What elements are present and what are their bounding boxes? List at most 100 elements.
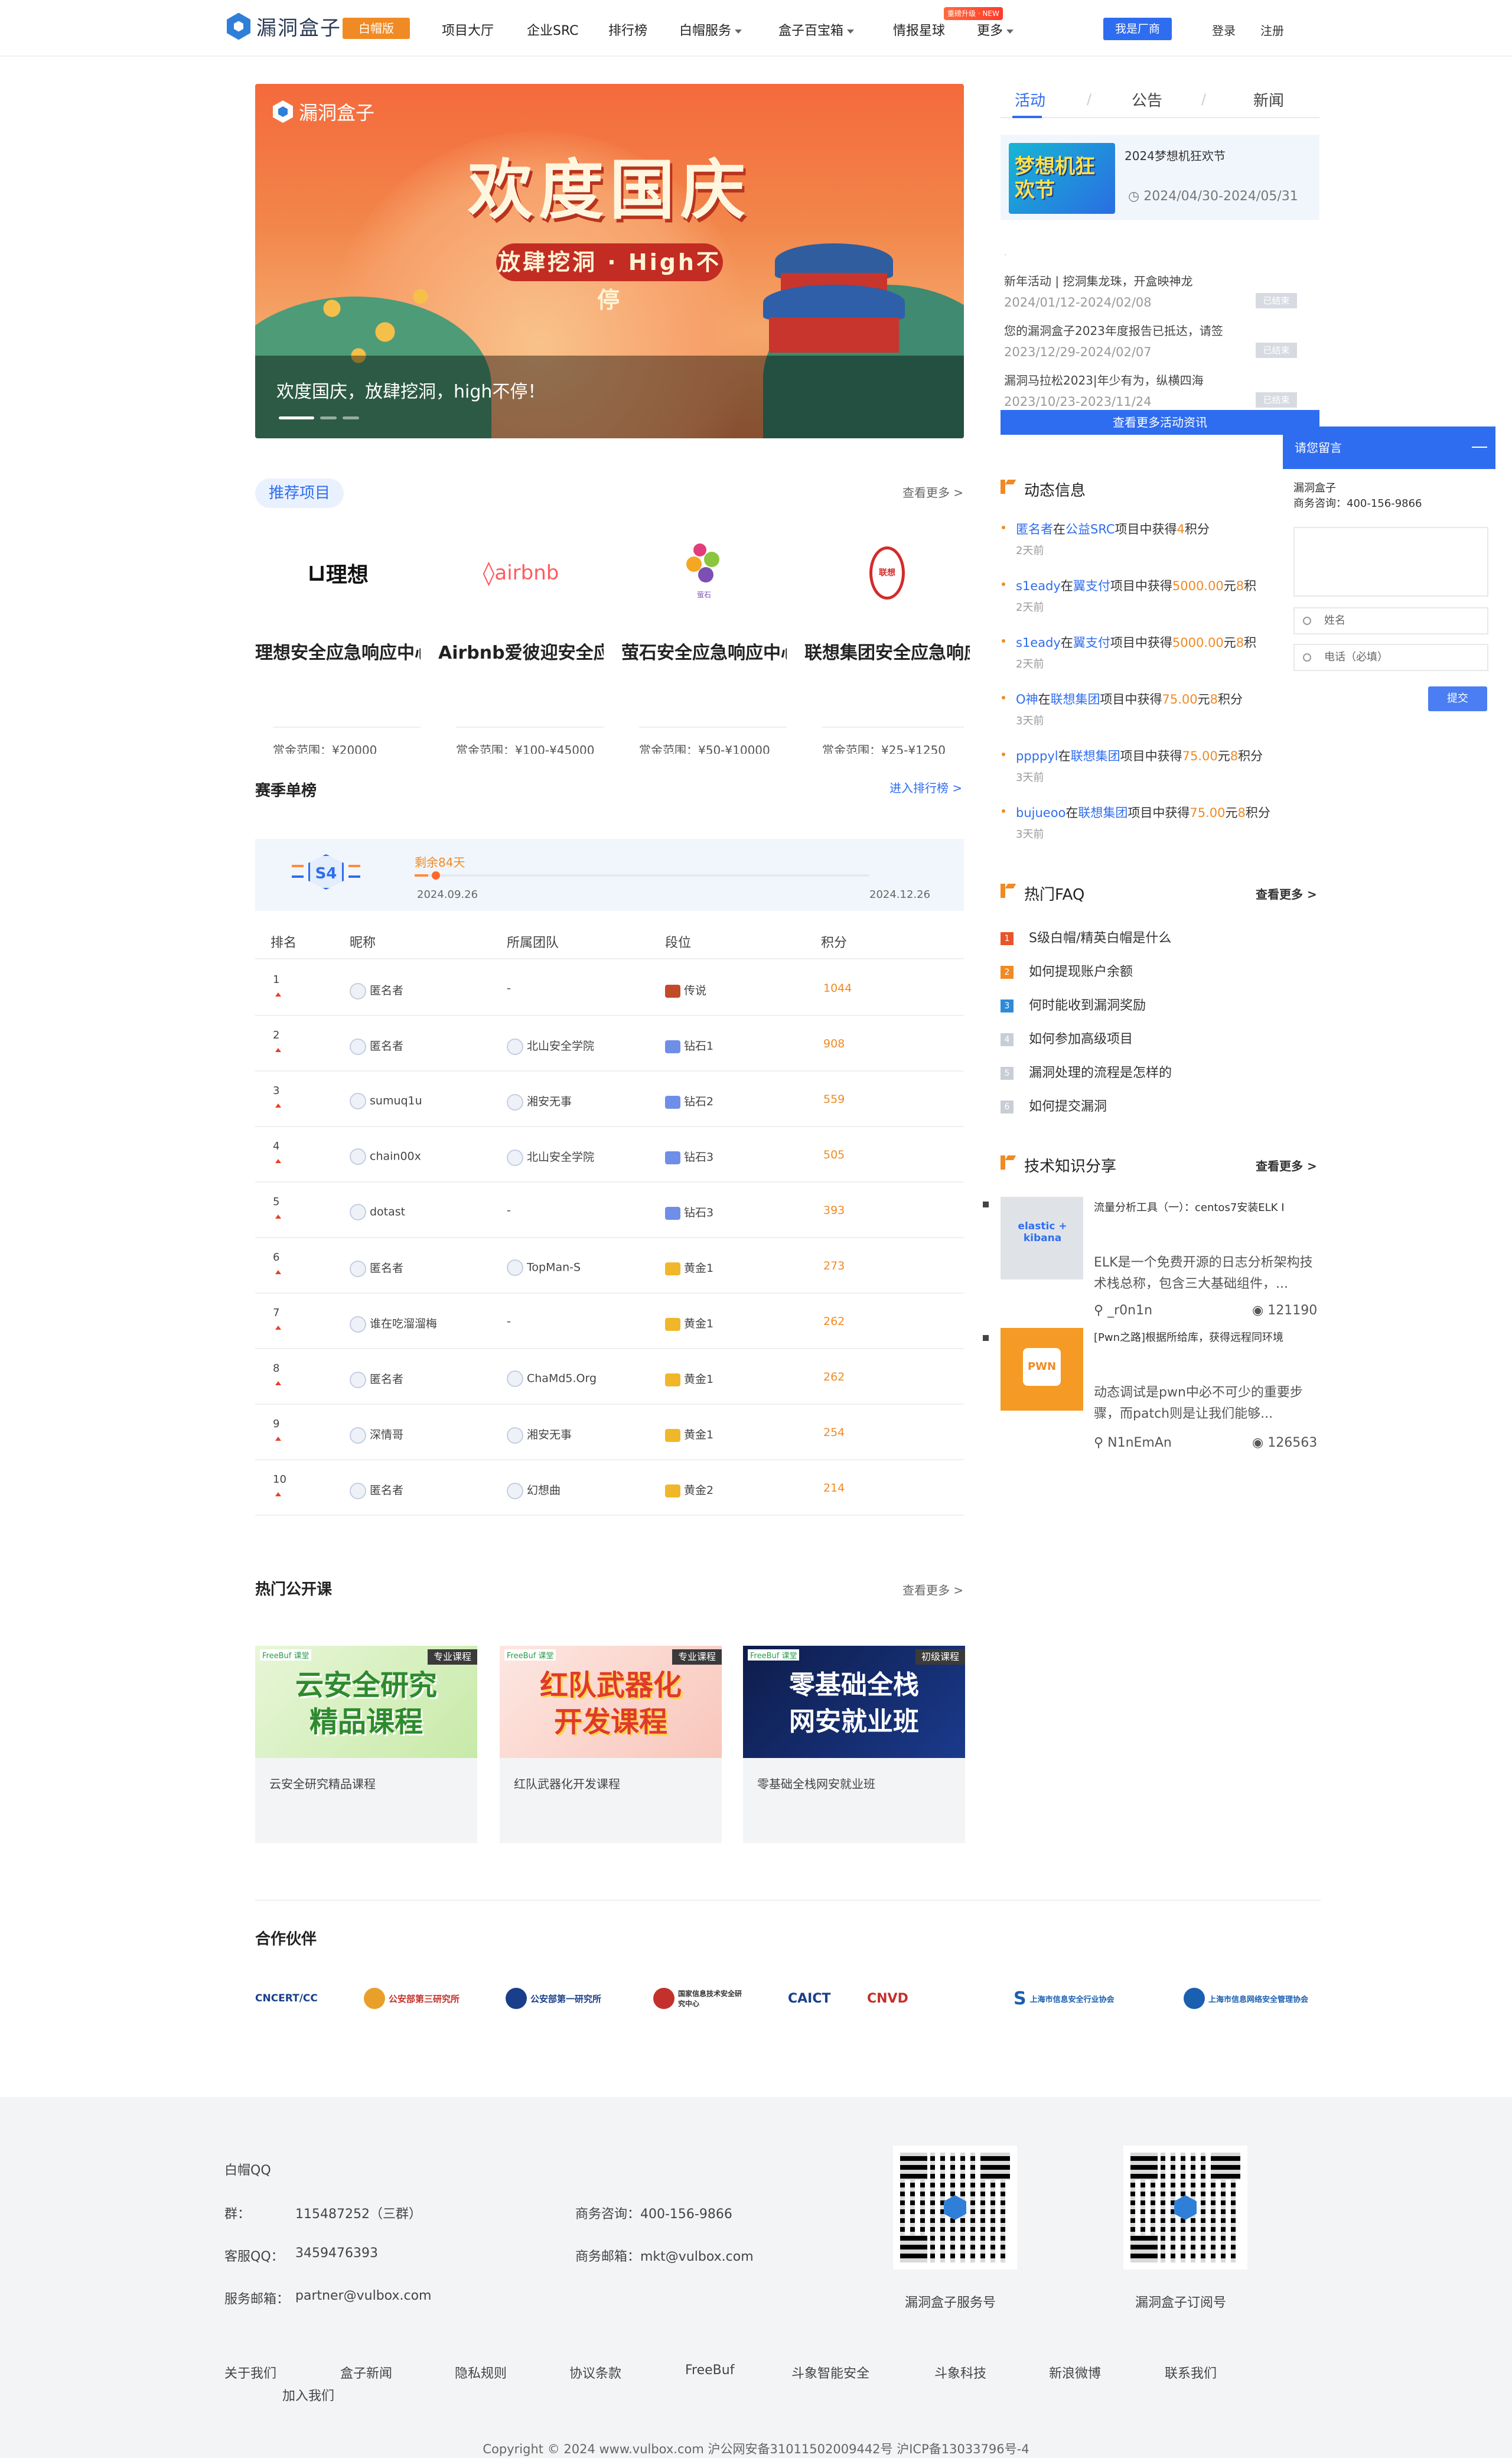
nav-leaderboard[interactable]: 排行榜 xyxy=(608,20,647,39)
tech-article-title[interactable]: [Pwn之路]根据所给库，获得远程同环境 xyxy=(1094,1329,1318,1344)
table-row[interactable]: 1 匿名者 - 传说 1044 xyxy=(255,961,964,1016)
site-logo[interactable]: 漏洞盒子 xyxy=(227,12,341,41)
partner-sina[interactable]: 上海市信息网络安全管理协会 xyxy=(1184,1985,1308,2012)
edition-badge[interactable]: 白帽版 xyxy=(343,18,410,39)
user-cell[interactable]: dotast xyxy=(350,1204,405,1220)
project-card[interactable]: 萤石 萤石安全应急响应中心 xyxy=(621,526,787,727)
project-card[interactable]: ⊔ 理想 理想安全应急响应中心 xyxy=(255,526,421,727)
enter-leaderboard-link[interactable]: 进入排行榜 > xyxy=(889,779,962,796)
dynamic-item[interactable]: O神在联想集团项目中获得75.00元8积分 xyxy=(1016,690,1243,708)
nav-intel-planet[interactable]: 情报星球 xyxy=(893,20,945,39)
nav-project-hall[interactable]: 项目大厅 xyxy=(442,20,494,39)
course-card[interactable]: FreeBuf 课堂 初级课程 零基础全栈 网安就业班 零基础全栈网安就业班 xyxy=(743,1646,965,1843)
login-link[interactable]: 登录 xyxy=(1212,21,1236,38)
footer-link-terms[interactable]: 协议条款 xyxy=(569,2363,621,2382)
footer-link-douxiang[interactable]: 斗象科技 xyxy=(934,2363,986,2382)
dyn-user[interactable]: bujueoo xyxy=(1016,806,1065,820)
register-link[interactable]: 注册 xyxy=(1260,21,1284,38)
nav-enterprise-src[interactable]: 企业SRC xyxy=(527,20,579,39)
featured-activity[interactable]: 梦想机狂欢节 2024梦想机狂欢节 ◷ 2024/04/30-2024/05/3… xyxy=(1001,135,1319,220)
table-row[interactable]: 6 匿名者 TopMan-S 黄金1 273 xyxy=(255,1238,964,1294)
project-card[interactable]: ◊ airbnb Airbnb爱彼迎安全应急响应中心 xyxy=(438,526,604,727)
tab-activity[interactable]: 活动 xyxy=(1015,89,1045,110)
dynamic-item[interactable]: s1eady在翼支付项目中获得5000.00元8积 xyxy=(1016,633,1256,651)
recommended-more-link[interactable]: 查看更多 > xyxy=(902,483,963,500)
tech-article-image[interactable]: PWN xyxy=(1001,1328,1083,1411)
partner-nitsc[interactable]: 国家信息技术安全研究中心 xyxy=(653,1985,743,2012)
footer-email-value[interactable]: partner@vulbox.com xyxy=(295,2288,431,2303)
user-cell[interactable]: 匿名者 xyxy=(350,1482,403,1499)
user-cell[interactable]: chain00x xyxy=(350,1148,421,1165)
tab-news[interactable]: 新闻 xyxy=(1253,89,1284,110)
table-row[interactable]: 8 匿名者 ChaMd5.Org 黄金1 262 xyxy=(255,1349,964,1405)
partner-sisa[interactable]: S 上海市信息安全行业协会 xyxy=(1014,1985,1115,2012)
partner-caict[interactable]: CAICT xyxy=(788,1985,831,2012)
user-cell[interactable]: sumuq1u xyxy=(350,1093,422,1109)
faq-item[interactable]: 3 何时能收到漏洞奖励 xyxy=(1001,995,1146,1014)
partner-mps3[interactable]: 公安部第三研究所 xyxy=(364,1985,460,2012)
table-row[interactable]: 2 匿名者 北山安全学院 钻石1 908 xyxy=(255,1016,964,1072)
dynamic-item[interactable]: s1eady在翼支付项目中获得5000.00元8积 xyxy=(1016,577,1256,594)
footer-biz-email[interactable]: 商务邮箱：mkt@vulbox.com xyxy=(575,2246,754,2265)
faq-item[interactable]: 4 如何参加高级项目 xyxy=(1001,1028,1133,1047)
message-textarea[interactable] xyxy=(1293,527,1488,597)
carousel-dot[interactable] xyxy=(343,416,359,419)
footer-link-news[interactable]: 盒子新闻 xyxy=(340,2363,392,2382)
submit-button[interactable]: 提交 xyxy=(1428,686,1487,711)
dyn-user[interactable]: s1eady xyxy=(1016,579,1061,593)
footer-link-privacy[interactable]: 隐私规则 xyxy=(455,2363,507,2382)
dyn-user[interactable]: ppppyl xyxy=(1016,749,1058,763)
partner-cncert[interactable]: CNCERT/CC xyxy=(255,1985,318,2012)
partner-mps1[interactable]: 公安部第一研究所 xyxy=(506,1985,601,2012)
table-row[interactable]: 9 深情哥 湘安无事 黄金1 254 xyxy=(255,1405,964,1460)
user-cell[interactable]: 谁在吃溜溜梅 xyxy=(350,1315,437,1333)
faq-item[interactable]: 6 如何提交漏洞 xyxy=(1001,1096,1107,1115)
faq-item[interactable]: 1 S级白帽/精英白帽是什么 xyxy=(1001,927,1171,946)
carousel-dot[interactable] xyxy=(320,416,337,419)
table-row[interactable]: 7 谁在吃溜溜梅 - 黄金1 262 xyxy=(255,1294,964,1349)
carousel-dot-active[interactable] xyxy=(279,416,314,419)
footer-link-about[interactable]: 关于我们 xyxy=(224,2363,276,2382)
tech-more-link[interactable]: 查看更多 > xyxy=(1256,1157,1317,1174)
nav-more[interactable]: 更多 xyxy=(977,20,1014,39)
footer-link-contact[interactable]: 联系我们 xyxy=(1165,2363,1217,2382)
dyn-company[interactable]: 公益SRC xyxy=(1065,522,1115,536)
tech-article-title[interactable]: 流量分析工具（一）：centos7安装ELK I xyxy=(1094,1199,1318,1215)
user-cell[interactable]: 匿名者 xyxy=(350,982,403,1000)
nav-toolbox[interactable]: 盒子百宝箱 xyxy=(778,20,855,39)
name-field[interactable]: 姓名 xyxy=(1293,607,1488,634)
course-card[interactable]: FreeBuf 课堂 专业课程 云安全研究 精品课程 云安全研究精品课程 xyxy=(255,1646,477,1843)
partner-cnvd[interactable]: CNVD xyxy=(867,1985,908,2012)
user-cell[interactable]: 匿名者 xyxy=(350,1259,403,1277)
dynamic-item[interactable]: 匿名者在公益SRC项目中获得4积分 xyxy=(1016,520,1210,538)
vendor-button[interactable]: 我是厂商 xyxy=(1103,18,1172,40)
phone-field[interactable]: 电话（必填） xyxy=(1293,644,1488,671)
dynamic-item[interactable]: ppppyl在联想集团项目中获得75.00元8积分 xyxy=(1016,747,1263,764)
dynamic-item[interactable]: bujueoo在联想集团项目中获得75.00元8积分 xyxy=(1016,803,1270,821)
minimize-icon[interactable] xyxy=(1472,447,1487,448)
dyn-user[interactable]: s1eady xyxy=(1016,636,1061,650)
dyn-company[interactable]: 翼支付 xyxy=(1073,579,1110,593)
user-cell[interactable]: 匿名者 xyxy=(350,1037,403,1055)
dyn-company[interactable]: 联想集团 xyxy=(1078,806,1128,820)
activity-list-item[interactable]: 您的漏洞盒子2023年度报告已抵达，请签 xyxy=(1004,321,1323,338)
faq-item[interactable]: 2 如何提现账户余额 xyxy=(1001,961,1133,980)
faq-more-link[interactable]: 查看更多 > xyxy=(1256,885,1317,902)
footer-link-freebuf[interactable]: FreeBuf xyxy=(685,2363,734,2378)
table-row[interactable]: 5 dotast - 钻石3 393 xyxy=(255,1183,964,1238)
user-cell[interactable]: 匿名者 xyxy=(350,1370,403,1388)
footer-link-smart-security[interactable]: 斗象智能安全 xyxy=(791,2363,869,2382)
footer-link-join[interactable]: 加入我们 xyxy=(282,2385,334,2404)
activity-list-item[interactable]: 漏洞马拉松2023|年少有为，纵横四海 xyxy=(1004,371,1323,388)
course-card[interactable]: FreeBuf 课堂 专业课程 红队武器化 开发课程 红队武器化开发课程 xyxy=(500,1646,722,1843)
faq-item[interactable]: 5 漏洞处理的流程是怎样的 xyxy=(1001,1062,1172,1081)
dyn-company[interactable]: 翼支付 xyxy=(1073,636,1110,650)
footer-link-weibo[interactable]: 新浪微博 xyxy=(1049,2363,1101,2382)
message-panel-header[interactable]: 请您留言 xyxy=(1283,427,1495,469)
tech-article-image[interactable]: elastic + kibana xyxy=(1001,1197,1083,1280)
dyn-user[interactable]: 匿名者 xyxy=(1016,522,1053,536)
courses-more-link[interactable]: 查看更多 > xyxy=(902,1581,963,1598)
activity-list-item[interactable]: 新年活动 | 挖洞集龙珠，开盒映神龙 xyxy=(1004,272,1323,289)
table-row[interactable]: 4 chain00x 北山安全学院 钻石3 505 xyxy=(255,1127,964,1183)
dyn-company[interactable]: 联想集团 xyxy=(1071,749,1120,763)
